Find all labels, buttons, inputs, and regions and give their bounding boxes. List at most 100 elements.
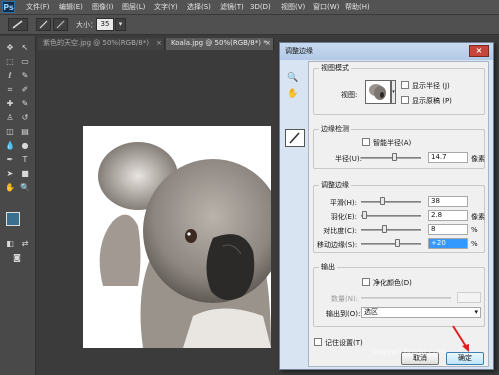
crop-tool-icon[interactable]: ⌗ [4, 84, 16, 95]
radius-slider[interactable] [361, 157, 421, 159]
menu-type[interactable]: 文字(Y) [154, 2, 178, 12]
blur-tool-icon[interactable]: 💧 [4, 140, 16, 151]
view-mode-thumbnail[interactable] [365, 80, 391, 104]
decontaminate-checkbox[interactable] [362, 278, 370, 286]
menu-filter[interactable]: 滤镜(T) [220, 2, 244, 12]
clone-stamp-icon[interactable]: ♙ [4, 112, 16, 123]
marquee-tool-icon[interactable]: ⬚ [4, 56, 16, 67]
show-original-label: 显示原稿 (P) [412, 97, 452, 105]
radius-input[interactable]: 14.7 [428, 152, 468, 163]
show-original-checkbox[interactable] [401, 96, 409, 104]
adjust-row-input[interactable]: 38 [428, 196, 468, 207]
adjust-row-slider[interactable] [361, 215, 421, 217]
decontaminate-label: 净化颜色(D) [373, 279, 412, 287]
pen-tool-icon[interactable]: ✒ [4, 154, 16, 165]
output-to-select[interactable]: 选区 ▾ [361, 307, 481, 318]
tab-koala[interactable]: Koala.jpg @ 50%(RGB/8*) * × [166, 38, 274, 50]
marquee-alt-icon[interactable]: ▭ [19, 56, 31, 67]
radius-label: 半径(U): [335, 155, 362, 163]
menu-layer[interactable]: 图层(L) [122, 2, 145, 12]
adjust-row-slider[interactable] [361, 243, 421, 245]
tab-purple-sky[interactable]: 紫色的天空.jpg @ 50%(RGB/8*) × [38, 38, 165, 50]
close-icon[interactable]: × [265, 38, 271, 49]
eyedropper-tool-icon[interactable]: ✐ [19, 84, 31, 95]
adjust-row-label: 平滑(H): [329, 199, 357, 207]
menu-help[interactable]: 帮助(H) [345, 2, 370, 12]
adjust-row-slider-thumb[interactable] [395, 239, 400, 247]
dodge-tool-icon[interactable]: ● [19, 140, 31, 151]
quick-mask-icon[interactable]: ◙ [11, 252, 23, 263]
brush-size-input[interactable]: 35 [96, 18, 114, 31]
healing-brush-icon[interactable]: ✚ [4, 98, 16, 109]
adjust-row-slider[interactable] [361, 201, 421, 203]
adjust-row-slider[interactable] [361, 229, 421, 231]
hand-tool-icon[interactable]: ✋ [4, 182, 16, 193]
lasso-tool-icon[interactable]: ℓ [4, 70, 16, 81]
view-mode-dropdown[interactable]: ▾ [391, 80, 396, 104]
foreground-color-swatch[interactable] [6, 212, 20, 226]
tab-label: 紫色的天空.jpg @ 50%(RGB/8*) [43, 39, 149, 47]
adjust-row-unit: % [471, 226, 478, 234]
remember-settings-checkbox[interactable] [314, 338, 322, 346]
adjust-row-label: 羽化(E): [330, 213, 357, 221]
chevron-down-icon: ▾ [118, 20, 123, 28]
dialog-body: 视图模式 视图: ▾ 显示半径 (J) 显示原稿 (P) 边缘检测 智能半径(A… [308, 61, 489, 367]
brush-mode-add-button[interactable] [36, 18, 51, 31]
path-select-icon[interactable]: ➤ [4, 168, 16, 179]
hand-icon[interactable]: ✋ [287, 89, 298, 99]
swap-colors-icon[interactable]: ⇄ [19, 238, 31, 249]
move-tool-icon[interactable]: ✥ [4, 42, 16, 53]
move-tool-alt-icon[interactable]: ↖ [19, 42, 31, 53]
menu-bar: Ps 文件(F) 编辑(E) 图像(I) 图层(L) 文字(Y) 选择(S) 滤… [0, 0, 499, 15]
dialog-titlebar[interactable]: 调整边缘 × [280, 43, 493, 60]
brush-add-icon [39, 20, 48, 29]
tab-label: Koala.jpg @ 50%(RGB/8*) * [171, 39, 267, 47]
output-to-value: 选区 [364, 308, 378, 316]
brush-tool-icon[interactable]: ✎ [19, 98, 31, 109]
menu-view[interactable]: 视图(V) [281, 2, 305, 12]
adjust-row-label: 对比度(C): [323, 227, 357, 235]
history-brush-icon[interactable]: ↺ [19, 112, 31, 123]
tools-panel: ✥ ↖ ⬚ ▭ ℓ ✎ ⌗ ✐ ✚ ✎ ♙ ↺ ◫ ▤ 💧 ● ✒ T ➤ ■ … [0, 36, 36, 375]
adjust-row-input[interactable]: +20 [428, 238, 468, 249]
adjust-edge-title: 调整边缘 [319, 180, 351, 190]
brush-tool-preset[interactable] [8, 18, 28, 31]
adjust-row-slider-thumb[interactable] [362, 211, 367, 219]
close-button[interactable]: × [469, 45, 489, 57]
koala-thumbnail-icon [369, 84, 386, 100]
radius-slider-thumb[interactable] [392, 153, 397, 161]
view-mode-group [313, 68, 485, 115]
adjust-row-slider-thumb[interactable] [380, 197, 385, 205]
default-colors-icon[interactable]: ◧ [4, 238, 16, 249]
zoom-tool-icon[interactable]: 🔍 [19, 182, 31, 193]
gradient-tool-icon[interactable]: ▤ [19, 126, 31, 137]
show-radius-checkbox[interactable] [401, 81, 409, 89]
menu-select[interactable]: 选择(S) [187, 2, 211, 12]
chevron-down-icon: ▾ [392, 89, 395, 95]
adjust-row-input[interactable]: 8 [428, 224, 468, 235]
brush-mode-erase-button[interactable] [53, 18, 68, 31]
brush-icon [12, 20, 23, 29]
options-bar: 大小： 35 ▾ [0, 15, 499, 35]
adjust-row-slider-thumb[interactable] [381, 225, 387, 233]
quick-select-icon[interactable]: ✎ [19, 70, 31, 81]
brush-erase-icon [56, 20, 65, 29]
eraser-tool-icon[interactable]: ◫ [4, 126, 16, 137]
menu-3d[interactable]: 3D(D) [250, 2, 271, 12]
menu-edit[interactable]: 编辑(E) [59, 2, 83, 12]
smart-radius-checkbox[interactable] [362, 138, 370, 146]
type-tool-icon[interactable]: T [19, 154, 31, 165]
view-mode-title: 视图模式 [319, 63, 351, 73]
brush-size-dropdown[interactable]: ▾ [115, 18, 126, 31]
zoom-icon[interactable]: 🔍 [287, 73, 298, 83]
refine-radius-tool-button[interactable] [285, 129, 305, 147]
shape-tool-icon[interactable]: ■ [19, 168, 31, 179]
menu-window[interactable]: 窗口(W) [313, 2, 339, 12]
document-canvas[interactable] [83, 126, 271, 348]
close-icon[interactable]: × [156, 38, 162, 49]
adjust-row-label: 移动边缘(S): [317, 241, 358, 249]
show-radius-label: 显示半径 (J) [412, 82, 450, 90]
adjust-row-input[interactable]: 2.8 [428, 210, 468, 221]
menu-file[interactable]: 文件(F) [26, 2, 50, 12]
menu-image[interactable]: 图像(I) [92, 2, 114, 12]
